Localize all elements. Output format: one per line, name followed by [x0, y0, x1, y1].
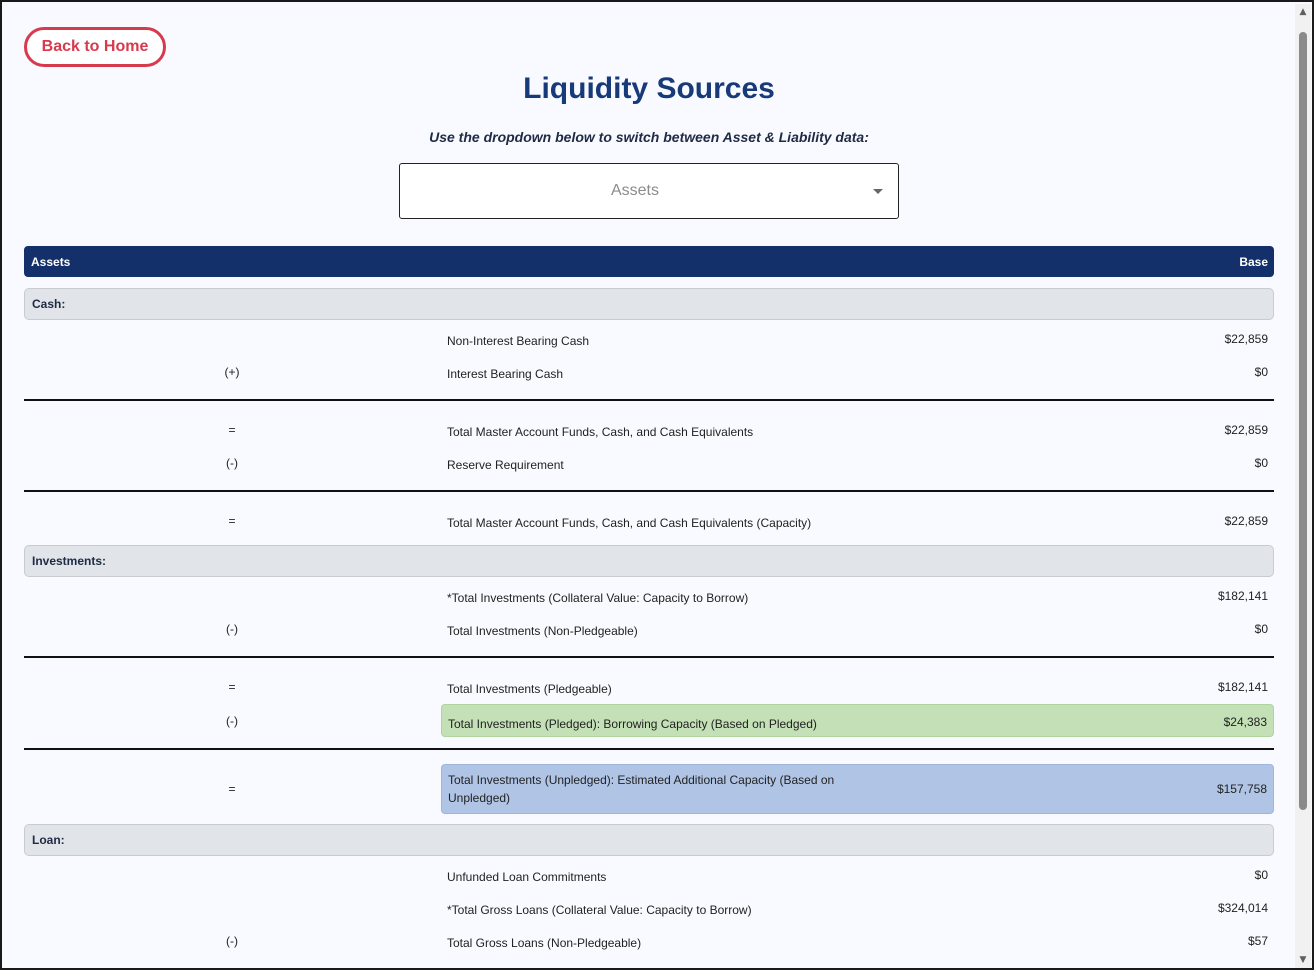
row-value: $22,859 [1224, 423, 1268, 437]
table-row: *Total Gross Loans (Collateral Value: Ca… [24, 891, 1274, 924]
row-label: Interest Bearing Cash [447, 367, 564, 381]
row-operator: = [228, 423, 236, 437]
row-label: *Total Investments (Collateral Value: Ca… [447, 591, 749, 605]
table-row: *Total Investments (Collateral Value: Ca… [24, 579, 1274, 612]
row-operator: = [228, 680, 236, 694]
row-label: *Total Gross Loans (Collateral Value: Ca… [447, 903, 752, 917]
row-value: $22,859 [1224, 332, 1268, 346]
row-operator: (-) [226, 714, 238, 728]
asset-liability-dropdown[interactable]: Assets [399, 163, 899, 219]
row-value: $0 [1254, 622, 1268, 636]
row-value: $0 [1254, 456, 1268, 470]
row-value: $157,758 [1216, 782, 1267, 796]
column-header-assets: Assets [31, 255, 71, 269]
section-header-cash: Cash: [24, 288, 1274, 320]
row-label: Unfunded Loan Commitments [447, 870, 607, 884]
row-label-box: Unfunded Loan Commitments $0 [441, 858, 1274, 891]
row-value: $324,014 [1217, 901, 1268, 915]
row-operator: (-) [226, 456, 238, 470]
scrollbar-thumb[interactable] [1299, 32, 1307, 810]
row-label-box: Reserve Requirement $0 [441, 446, 1274, 479]
row-label-box: *Total Gross Loans (Collateral Value: Ca… [441, 891, 1274, 924]
row-label-box: *Total Investments (Collateral Value: Ca… [441, 579, 1274, 612]
row-value: $24,383 [1223, 715, 1267, 729]
row-label: Total Gross Loans (Non-Pledgeable) [447, 936, 642, 950]
row-label: Total Master Account Funds, Cash, and Ca… [447, 516, 812, 530]
row-label-box: Total Investments (Pledgeable) $182,141 [441, 670, 1274, 703]
section-header-loan: Loan: [24, 824, 1274, 856]
sum-divider [24, 399, 1274, 401]
row-label: Total Investments (Non-Pledgeable) [447, 624, 638, 638]
table-row: = Total Investments (Unpledged): Estimat… [24, 764, 1274, 814]
row-label: Total Investments (Pledgeable) [447, 682, 612, 696]
row-operator: (-) [226, 622, 238, 636]
table-row: (-) Reserve Requirement $0 [24, 446, 1274, 479]
row-value: $57 [1247, 934, 1268, 948]
row-label-box: Non-Interest Bearing Cash $22,859 [441, 322, 1274, 355]
row-value: $0 [1254, 365, 1268, 379]
dropdown-instruction: Use the dropdown below to switch between… [429, 129, 869, 145]
row-label: Total Investments (Unpledged): Estimated… [448, 773, 835, 805]
table-row: Non-Interest Bearing Cash $22,859 [24, 322, 1274, 355]
row-label-box: Total Gross Loans (Non-Pledgeable) $57 [441, 924, 1274, 957]
table-header: Assets Base [24, 246, 1274, 277]
table-row: (-) Total Gross Loans (Non-Pledgeable) $… [24, 924, 1274, 957]
column-header-base: Base [1239, 255, 1268, 269]
row-value: $0 [1254, 868, 1268, 882]
scroll-up-arrow-icon[interactable]: ▲ [1295, 4, 1311, 20]
row-operator: (-) [226, 934, 238, 948]
sum-divider [24, 656, 1274, 658]
table-row: (+) Interest Bearing Cash $0 [24, 355, 1274, 388]
page-title: Liquidity Sources [523, 72, 775, 105]
table-row: (-) Total Investments (Non-Pledgeable) $… [24, 612, 1274, 645]
row-label-box: Total Master Account Funds, Cash, and Ca… [441, 504, 1274, 537]
table-row: = Total Master Account Funds, Cash, and … [24, 504, 1274, 537]
row-label-box: Total Investments (Non-Pledgeable) $0 [441, 612, 1274, 645]
caret-down-icon [873, 189, 883, 194]
table-row: = Total Master Account Funds, Cash, and … [24, 413, 1274, 446]
row-operator: (+) [224, 365, 240, 379]
row-operator: = [228, 514, 236, 528]
scroll-down-arrow-icon[interactable]: ▼ [1295, 952, 1311, 968]
row-value: $182,141 [1217, 680, 1268, 694]
row-label: Total Master Account Funds, Cash, and Ca… [447, 425, 754, 439]
back-to-home-button[interactable]: Back to Home [24, 27, 166, 67]
table-row: (-) Total Investments (Pledged): Borrowi… [24, 704, 1274, 737]
sum-divider [24, 748, 1274, 750]
row-label: Reserve Requirement [447, 458, 564, 472]
row-label: Total Investments (Pledged): Borrowing C… [448, 717, 817, 731]
row-label-box: Interest Bearing Cash $0 [441, 355, 1274, 388]
row-label-box: Total Master Account Funds, Cash, and Ca… [441, 413, 1274, 446]
row-label-box-highlight-pledged: Total Investments (Pledged): Borrowing C… [441, 704, 1274, 737]
dropdown-selected-value: Assets [610, 182, 659, 199]
row-operator: = [228, 782, 236, 796]
app-frame: Back to Home Liquidity Sources Use the d… [0, 0, 1314, 970]
row-label-box-highlight-unpledged: Total Investments (Unpledged): Estimated… [441, 764, 1274, 814]
table-row: Unfunded Loan Commitments $0 [24, 858, 1274, 891]
section-header-investments: Investments: [24, 545, 1274, 577]
row-value: $22,859 [1224, 514, 1268, 528]
table-row: = Total Investments (Pledgeable) $182,14… [24, 670, 1274, 703]
row-label: Non-Interest Bearing Cash [447, 334, 590, 348]
row-value: $182,141 [1217, 589, 1268, 603]
vertical-scrollbar[interactable]: ▲ ▼ [1295, 4, 1311, 968]
sum-divider [24, 490, 1274, 492]
